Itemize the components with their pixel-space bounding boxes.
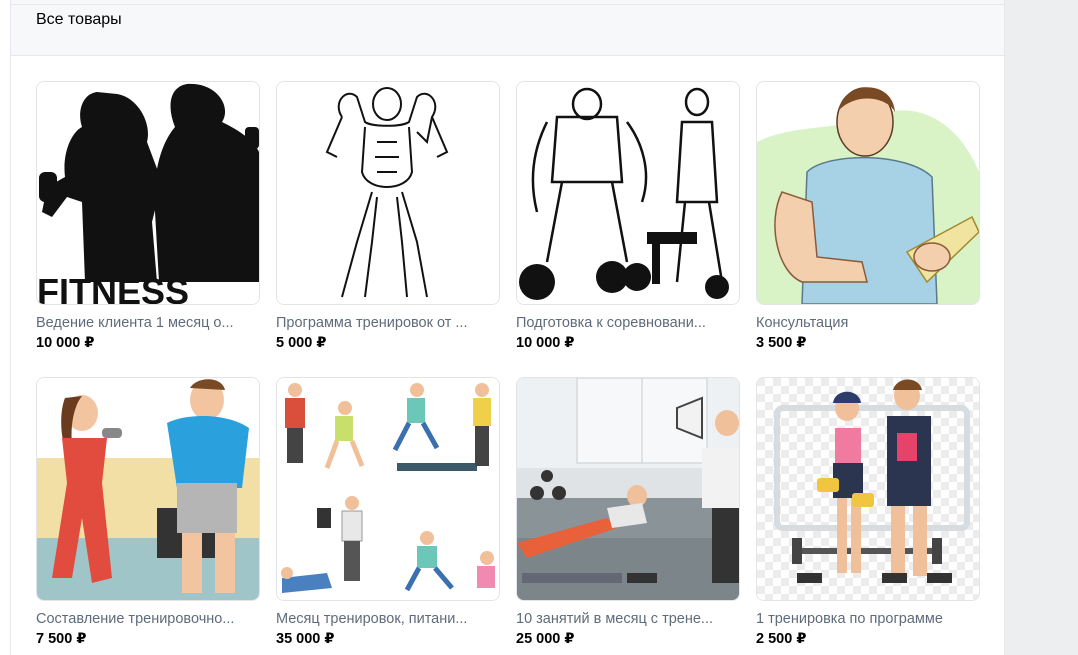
- product-title[interactable]: Программа тренировок от ...: [276, 315, 498, 331]
- fitness-silhouette-image: FITNESS: [37, 82, 259, 304]
- gym-couple-image: [37, 378, 259, 600]
- product-card[interactable]: 1 тренировка по программе 2 500 ₽: [756, 377, 980, 653]
- product-image[interactable]: [276, 81, 500, 305]
- trainer-clipboard-image: [757, 82, 979, 304]
- page-background-right: [1004, 0, 1078, 655]
- product-image[interactable]: FITNESS: [36, 81, 260, 305]
- product-title[interactable]: Составление тренировочно...: [36, 611, 258, 627]
- section-title: Все товары: [36, 11, 122, 28]
- product-title[interactable]: Подготовка к соревновани...: [516, 315, 738, 331]
- product-title[interactable]: Ведение клиента 1 месяц о...: [36, 315, 258, 331]
- product-image[interactable]: [756, 377, 980, 601]
- product-title[interactable]: 1 тренировка по программе: [756, 611, 978, 627]
- product-card[interactable]: FITNESS Ведение клиента 1 месяц о... 10 …: [36, 81, 260, 357]
- product-price: 5 000 ₽: [276, 335, 327, 351]
- product-image[interactable]: [276, 377, 500, 601]
- product-price: 7 500 ₽: [36, 631, 87, 647]
- product-price: 10 000 ₽: [516, 335, 575, 351]
- product-image[interactable]: [756, 81, 980, 305]
- product-card[interactable]: Подготовка к соревновани... 10 000 ₽: [516, 81, 740, 357]
- product-image[interactable]: [516, 377, 740, 601]
- header-divider: [11, 4, 1004, 5]
- product-title[interactable]: 10 занятий в месяц с трене...: [516, 611, 738, 627]
- product-card[interactable]: Консультация 3 500 ₽: [756, 81, 980, 357]
- panel-header: Все товары: [11, 0, 1004, 56]
- product-title[interactable]: Консультация: [756, 315, 978, 331]
- product-card[interactable]: Месяц тренировок, питани... 35 000 ₽: [276, 377, 500, 653]
- trainer-client-image: [757, 378, 979, 600]
- product-price: 35 000 ₽: [276, 631, 335, 647]
- product-title[interactable]: Месяц тренировок, питани...: [276, 611, 498, 627]
- product-price: 3 500 ₽: [756, 335, 807, 351]
- competition-bodybuilders-image: [517, 82, 739, 304]
- products-panel: Все товары FITNESS Ведение клиента 1 мес…: [10, 0, 1005, 655]
- workout-people-image: [277, 378, 499, 600]
- product-price: 10 000 ₽: [36, 335, 95, 351]
- product-image[interactable]: [36, 377, 260, 601]
- product-card[interactable]: Составление тренировочно... 7 500 ₽: [36, 377, 260, 653]
- bodybuilder-sketch-image: [277, 82, 499, 304]
- product-price: 25 000 ₽: [516, 631, 575, 647]
- product-price: 2 500 ₽: [756, 631, 807, 647]
- product-image[interactable]: [516, 81, 740, 305]
- svg-text:FITNESS: FITNESS: [37, 271, 189, 304]
- coach-plank-image: [517, 378, 739, 600]
- product-card[interactable]: Программа тренировок от ... 5 000 ₽: [276, 81, 500, 357]
- product-card[interactable]: 10 занятий в месяц с трене... 25 000 ₽: [516, 377, 740, 653]
